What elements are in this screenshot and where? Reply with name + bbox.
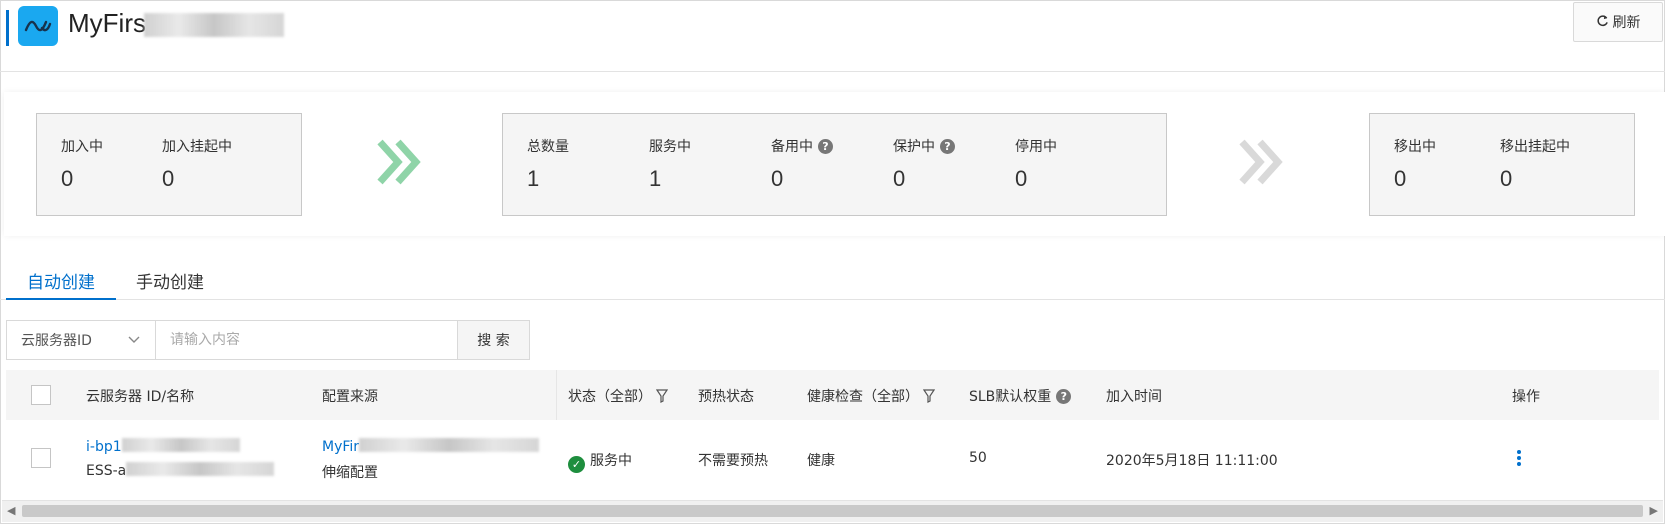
stat-label: 移出挂起中: [1500, 139, 1570, 155]
col-source: 配置来源: [322, 389, 378, 405]
stat-label: 总数量: [527, 139, 569, 155]
stat-label: 移出中: [1394, 139, 1436, 155]
stat-total: 总数量 1: [527, 136, 569, 192]
stat-standby: 备用中? 0: [771, 136, 833, 192]
filter-icon[interactable]: [656, 389, 668, 403]
instance-name: ESS-a: [86, 462, 275, 479]
page-header: MyFirs 刷新: [0, 0, 1665, 72]
refresh-button[interactable]: 刷新: [1573, 2, 1663, 42]
stat-label: 服务中: [649, 139, 691, 155]
refresh-icon: [1596, 13, 1609, 31]
col-instance: 云服务器 ID/名称: [86, 389, 195, 405]
redacted-text: [359, 438, 540, 452]
removing-box: 移出中 0 移出挂起中 0: [1369, 113, 1635, 216]
page-title: MyFirs: [68, 8, 284, 39]
join-time-cell: 2020年5月18日 11:11:00: [1106, 453, 1278, 469]
status-cell: ✓ 服务中: [568, 450, 632, 473]
stat-label-row: 备用中?: [771, 136, 833, 156]
search-field-select[interactable]: 云服务器ID: [6, 320, 156, 360]
page-title-text: MyFirs: [68, 8, 146, 38]
source-type: 伸缩配置: [322, 465, 378, 481]
health-cell: 健康: [807, 453, 835, 469]
source-link[interactable]: MyFir: [322, 438, 540, 455]
warmup-cell: 不需要预热: [698, 453, 768, 469]
col-status-label: 状态（全部）: [568, 389, 652, 405]
col-health-label: 健康检查（全部）: [807, 389, 919, 405]
source-name[interactable]: MyFir: [322, 439, 359, 455]
redacted-text: [126, 462, 275, 476]
more-actions-icon[interactable]: [1512, 448, 1526, 468]
instance-id-link[interactable]: i-bp1: [86, 438, 240, 455]
inservice-box: 总数量 1 服务中 1 备用中? 0 保护中? 0 停用中 0: [502, 113, 1167, 216]
col-slb-weight-label: SLB默认权重: [969, 389, 1052, 405]
stat-label: 备用中: [771, 139, 813, 155]
stat-value: 0: [61, 166, 74, 191]
filter-icon[interactable]: [923, 389, 935, 403]
help-icon[interactable]: ?: [940, 138, 955, 154]
instance-name-text: ESS-a: [86, 463, 127, 479]
horizontal-scrollbar[interactable]: ◀ ▶: [2, 500, 1663, 522]
stat-label: 加入中: [61, 139, 103, 155]
search-input[interactable]: [155, 320, 458, 360]
scroll-right-icon[interactable]: ▶: [1650, 504, 1658, 517]
stat-in-service: 服务中 1: [649, 136, 691, 192]
check-circle-icon: ✓: [568, 456, 585, 473]
search-field-selected: 云服务器ID: [21, 333, 92, 349]
stat-joining-pending: 加入挂起中 0: [162, 136, 232, 192]
stat-value: 0: [1500, 166, 1513, 191]
flow-arrow-inactive-icon: [1239, 139, 1283, 185]
col-actions: 操作: [1512, 389, 1540, 405]
help-icon[interactable]: ?: [818, 138, 833, 154]
stat-joining: 加入中 0: [61, 136, 103, 192]
stat-value: 1: [527, 166, 540, 191]
stat-stopped: 停用中 0: [1015, 136, 1057, 192]
chevron-down-icon: [128, 336, 140, 343]
stat-label: 加入挂起中: [162, 139, 232, 155]
table-header: 云服务器 ID/名称 配置来源 状态（全部） 预热状态 健康检查（全部） SLB…: [6, 370, 1659, 420]
scroll-left-icon[interactable]: ◀: [7, 504, 15, 517]
scrollbar-thumb[interactable]: [22, 505, 1643, 517]
header-accent-bar: [6, 10, 9, 46]
tab-manual-created[interactable]: 手动创建: [136, 268, 204, 300]
stat-value: 0: [1015, 166, 1028, 191]
stat-label-row: 保护中?: [893, 136, 955, 156]
stat-label: 保护中: [893, 139, 935, 155]
slb-weight-cell: 50: [969, 450, 987, 466]
refresh-label: 刷新: [1612, 15, 1641, 31]
table-row: i-bp1 ESS-a MyFir 伸缩配置 ✓ 服务中 不需要预热 健康 50 …: [6, 420, 1659, 492]
stat-value: 1: [649, 166, 662, 191]
search-button[interactable]: 搜 索: [457, 320, 530, 360]
stat-removing-pending: 移出挂起中 0: [1500, 136, 1570, 192]
col-health[interactable]: 健康检查（全部）: [807, 386, 935, 406]
status-text: 服务中: [590, 453, 632, 469]
row-checkbox[interactable]: [31, 448, 51, 468]
stat-protected: 保护中? 0: [893, 136, 955, 192]
col-warmup: 预热状态: [698, 389, 754, 405]
help-icon[interactable]: ?: [1056, 388, 1072, 404]
stat-label: 停用中: [1015, 139, 1057, 155]
col-slb-weight: SLB默认权重 ?: [969, 386, 1072, 406]
redacted-title: [143, 13, 284, 38]
app-logo-icon: [18, 6, 58, 46]
joining-box: 加入中 0 加入挂起中 0: [36, 113, 302, 216]
stat-value: 0: [771, 166, 784, 191]
stat-value: 0: [1394, 166, 1407, 191]
col-status[interactable]: 状态（全部）: [568, 386, 668, 406]
stat-value: 0: [162, 166, 175, 191]
stat-removing: 移出中 0: [1394, 136, 1436, 192]
tab-auto-created[interactable]: 自动创建: [6, 268, 116, 300]
col-join-time: 加入时间: [1106, 389, 1162, 405]
instance-id[interactable]: i-bp1: [86, 439, 122, 455]
select-all-checkbox[interactable]: [31, 385, 51, 405]
redacted-text: [121, 438, 240, 452]
flow-arrow-active-icon: [377, 139, 421, 185]
tab-bar: 自动创建 手动创建: [0, 262, 1665, 300]
stat-value: 0: [893, 166, 906, 191]
